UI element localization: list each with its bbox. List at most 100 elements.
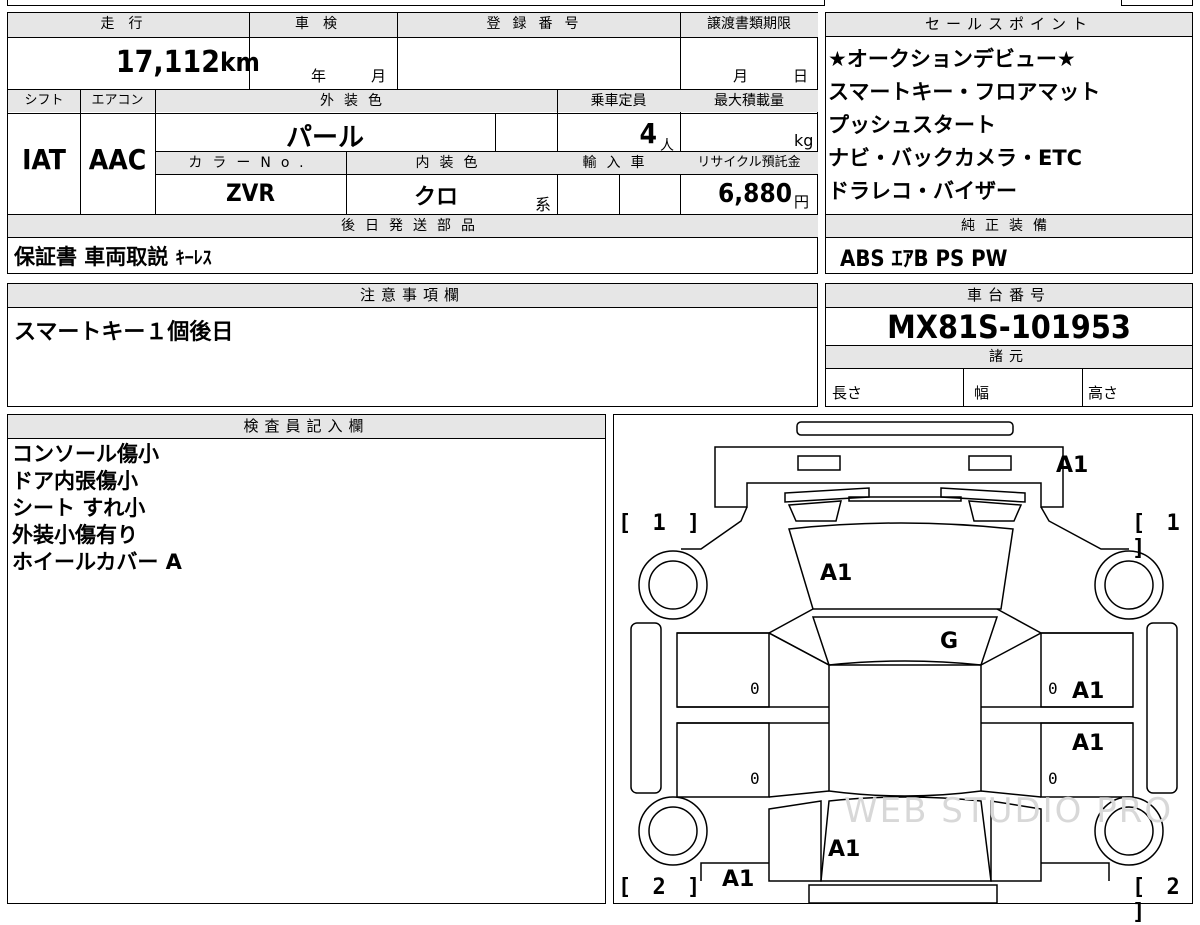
top-crop-strip-right <box>1121 0 1193 6</box>
sales-point-line: プッシュスタート <box>828 113 996 137</box>
hood-panel <box>828 660 982 797</box>
color-no-label: カラーNo. <box>156 152 346 174</box>
reg-number-label: 登録番号 <box>397 13 680 37</box>
inspector-note-line: シート すれ小 <box>12 496 146 520</box>
sales-point-line: スマートキー・フロアマット <box>828 80 1101 104</box>
damage-mark-right-door-1: A1 <box>1072 679 1105 704</box>
notes-value: スマートキー１個後日 <box>14 320 234 345</box>
wheel-rear-right-inner <box>1104 560 1154 610</box>
damage-mark-rear-window: A1 <box>828 837 861 862</box>
tire-bracket-rear-left: [ 2 ] <box>618 875 705 900</box>
max-load-label: 最大積載量 <box>680 90 818 112</box>
damage-mark-windshield: G <box>940 629 959 654</box>
pillar-left <box>677 608 814 634</box>
mileage-number: 17,112 <box>115 45 220 80</box>
damage-mark-right-door-2: A1 <box>1072 731 1105 756</box>
vehicle-info-table: 走行 車検 登録番号 譲渡書類期限 17,112 km 年 月 月 日 シフト … <box>7 12 818 274</box>
chassis-panel: 車台番号 MX81S-101953 諸元 長さ 幅 高さ <box>825 283 1193 407</box>
front-bumper <box>808 884 998 903</box>
recycle-label: リサイクル預託金 <box>680 152 818 174</box>
later-parts-value: 保証書 車両取説 <box>14 245 169 269</box>
sales-point-line: ★オークションデビュー★ <box>828 47 1076 71</box>
sales-points-list: ★オークションデビュー★ スマートキー・フロアマット プッシュスタート ナビ・バ… <box>828 43 1190 208</box>
shift-value: IAT <box>22 143 66 176</box>
shaken-month-label: 月 <box>371 67 387 85</box>
sill-left <box>630 622 662 794</box>
rear-lamp-left <box>797 455 841 471</box>
ac-label: エアコン <box>80 90 155 112</box>
rear-glass-strip <box>848 496 962 502</box>
transfer-day-label: 日 <box>793 67 809 85</box>
tire-bracket-front-right: [ 1 ] <box>1132 511 1184 561</box>
mileage-unit: km <box>220 48 260 78</box>
rear-glass-strip <box>787 500 842 522</box>
transfer-deadline-label: 譲渡書類期限 <box>680 13 818 37</box>
chassis-number: MX81S-101953 <box>887 308 1131 346</box>
mileage-value: 17,112 <box>8 43 220 83</box>
sales-points-label: セールスポイント <box>826 13 1192 37</box>
sill-right <box>1146 622 1178 794</box>
transfer-month-label: 月 <box>733 67 749 85</box>
specs-label: 諸元 <box>826 346 1192 368</box>
notes-label: 注意事項欄 <box>8 284 817 308</box>
body-outline-right <box>1040 506 1129 550</box>
sales-points-panel: セールスポイント ★オークションデビュー★ スマートキー・フロアマット プッシュ… <box>825 12 1193 274</box>
pillar-right <box>996 608 1133 634</box>
recycle-value: 6,880 <box>718 179 792 209</box>
tire-bracket-front-left: [ 1 ] <box>618 511 705 536</box>
car-diagram-panel: A1 A1 G A1 A1 A1 A1 0 0 0 0 [ 1 ] [ 1 ] … <box>613 414 1193 925</box>
wheel-front-left-inner <box>648 806 698 856</box>
later-parts-value-row: 保証書 車両取説 ｷｰﾚｽ <box>14 241 212 271</box>
inspector-note-line: コンソール傷小 <box>12 442 159 466</box>
max-load-unit: kg <box>794 131 814 150</box>
shaken-label: 車検 <box>249 13 397 37</box>
fender-left-front <box>768 800 822 882</box>
height-label: 高さ <box>1088 384 1119 402</box>
damage-mark-left-rear: A1 <box>722 867 755 892</box>
tire-bracket-rear-right: [ 2 ] <box>1132 875 1184 925</box>
shift-label: シフト <box>8 90 80 112</box>
length-label: 長さ <box>832 384 863 402</box>
top-crop-strip <box>7 0 825 6</box>
mileage-label: 走行 <box>8 13 249 37</box>
exterior-color-value: パール <box>285 123 364 153</box>
inspector-note-line: ホイールカバー A <box>12 550 182 574</box>
inspector-notes: コンソール傷小 ドア内張傷小 シート すれ小 外装小傷有り ホイールカバー A <box>12 441 182 576</box>
sales-point-line: ナビ・バックカメラ・ETC <box>828 146 1083 170</box>
notes-panel: 注意事項欄 スマートキー１個後日 <box>7 283 818 407</box>
door-zero-left-lower: 0 <box>750 769 760 788</box>
capacity-label: 乗車定員 <box>557 90 680 112</box>
door-zero-right-lower: 0 <box>1048 769 1058 788</box>
damage-mark-hood: A1 <box>820 561 853 586</box>
genuine-equipment-label: 純正装備 <box>826 215 1192 237</box>
interior-color-label: 内装色 <box>346 152 557 174</box>
import-label: 輸入車 <box>557 152 680 174</box>
interior-suffix: 系 <box>535 195 552 214</box>
rear-glass-strip <box>940 487 1026 503</box>
shaken-year-label: 年 <box>311 67 327 85</box>
inspector-note-line: 外装小傷有り <box>12 523 138 547</box>
rear-glass-strip <box>784 487 870 503</box>
chassis-label: 車台番号 <box>826 284 1192 308</box>
recycle-unit: 円 <box>794 193 810 211</box>
damage-mark-rear-top: A1 <box>1056 453 1089 478</box>
later-parts-small: ｷｰﾚｽ <box>175 248 212 269</box>
door-zero-right-upper: 0 <box>1048 679 1058 698</box>
front-body-right <box>1041 862 1110 881</box>
door-zero-left-upper: 0 <box>750 679 760 698</box>
inspector-label: 検査員記入欄 <box>8 415 605 439</box>
inspector-note-line: ドア内張傷小 <box>12 469 138 493</box>
width-label: 幅 <box>974 384 990 402</box>
rear-bumper-shape <box>796 421 1014 436</box>
rear-lamp-right <box>968 455 1012 471</box>
interior-color-value: クロ <box>413 185 458 210</box>
later-parts-label: 後日発送部品 <box>8 215 818 237</box>
genuine-equipment-value: ABS ｴｱB PS PW <box>840 247 1008 272</box>
capacity-value: 4 <box>639 117 657 150</box>
color-no-value: ZVR <box>226 179 275 207</box>
sales-point-line: ドラレコ・バイザー <box>828 179 1017 203</box>
windshield-panel <box>811 616 999 666</box>
ac-value: AAC <box>88 143 147 176</box>
door-left-trim <box>768 632 830 798</box>
wheel-rear-left-inner <box>648 560 698 610</box>
